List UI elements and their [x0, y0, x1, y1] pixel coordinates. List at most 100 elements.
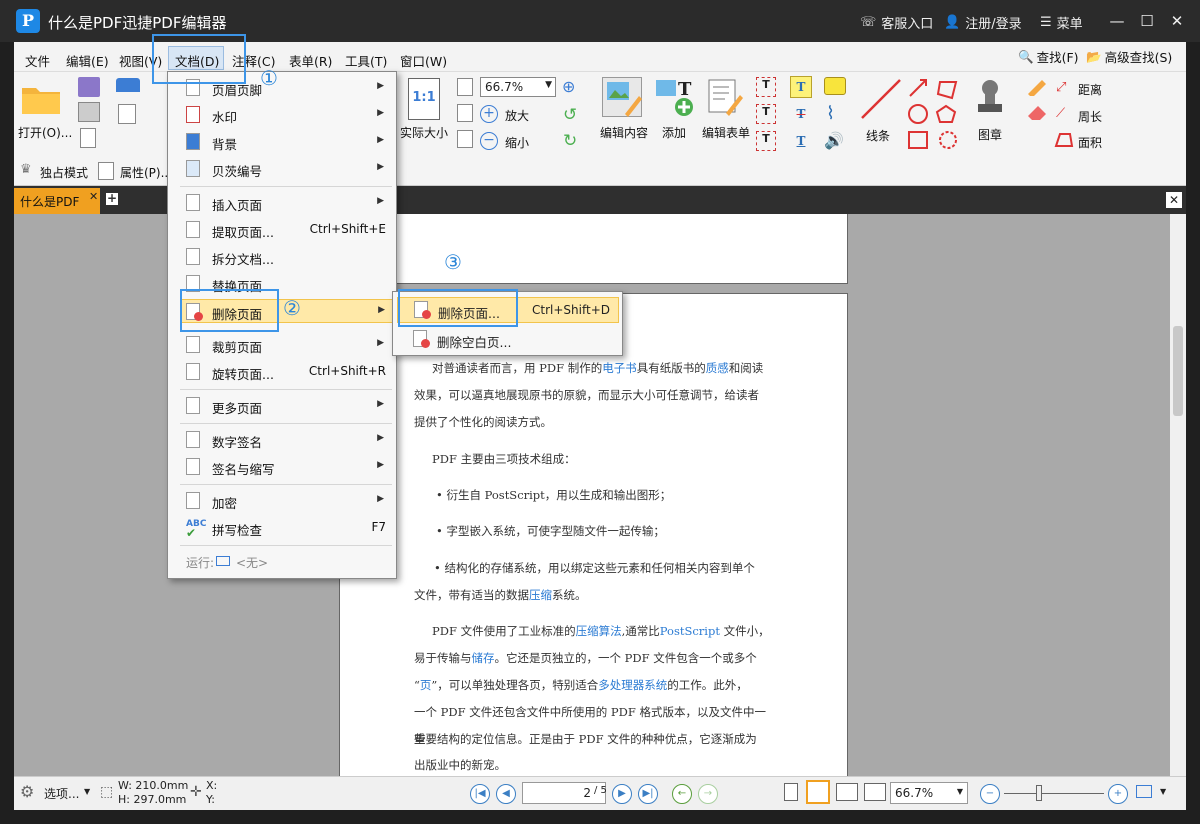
pencil-icon[interactable] [1026, 78, 1048, 98]
note-icon[interactable] [824, 77, 846, 95]
actual-size-label[interactable]: 实际大小 [400, 124, 448, 141]
scrollbar-thumb[interactable] [1173, 326, 1183, 416]
scan-icon[interactable] [116, 78, 140, 92]
back-view-button[interactable]: ← [672, 784, 692, 804]
advanced-find-button[interactable]: 📂 高级查找(S) [1086, 47, 1172, 66]
menu-item-watermark[interactable]: 水印 ▶ [186, 103, 392, 127]
fit-page-icon[interactable] [457, 78, 473, 96]
edit-form-icon[interactable] [706, 77, 746, 117]
edit-content-button[interactable]: 编辑内容 [600, 124, 648, 141]
facing-page-icon[interactable] [836, 783, 858, 801]
tab-close-icon[interactable]: ✕ [89, 190, 98, 203]
attachment-icon[interactable]: ⌇ [826, 103, 835, 124]
menu-item-crop-pages[interactable]: 裁剪页面 ▶ [186, 333, 392, 357]
login-button[interactable]: 👤 注册/登录 [944, 13, 1022, 32]
options-button[interactable]: 选项... [44, 785, 79, 802]
menu-item-encrypt[interactable]: 加密 ▶ [186, 489, 392, 513]
menu-form[interactable]: 表单(R) [289, 51, 332, 70]
perimeter-button[interactable]: 周长 [1078, 108, 1102, 125]
close-document-icon[interactable]: ✕ [1166, 192, 1182, 208]
status-zoom-in-button[interactable]: + [1108, 784, 1128, 804]
zoom-in-button[interactable]: 放大 [505, 107, 529, 124]
shape-tools[interactable] [906, 76, 966, 152]
add-icon[interactable]: T [654, 77, 696, 117]
menu-item-sign-initial[interactable]: 签名与缩写 ▶ [186, 455, 392, 479]
link-ebook[interactable]: 电子书 [602, 361, 637, 375]
vertical-scrollbar[interactable] [1170, 214, 1186, 776]
highlight-text-icon[interactable]: T [790, 76, 812, 98]
new-tab-icon[interactable]: + [106, 192, 118, 205]
exclusive-mode-button[interactable]: 独占模式 [40, 164, 88, 181]
customer-service-button[interactable]: ☏ 客服入口 [860, 13, 933, 32]
link-postscript[interactable]: PostScript [660, 624, 720, 638]
link-multiprocessor[interactable]: 多处理器系统 [598, 678, 667, 692]
fit-width-icon[interactable] [457, 104, 473, 122]
menu-edit[interactable]: 编辑(E) [66, 51, 109, 70]
stamp-icon[interactable] [976, 78, 1004, 118]
status-zoom-select[interactable]: 66.7% ▼ [890, 782, 968, 804]
previous-page-button[interactable]: ◀ [496, 784, 516, 804]
link-storage[interactable]: 储存 [472, 651, 495, 665]
menu-item-rotate-pages[interactable]: 旋转页面... Ctrl+Shift+R [186, 360, 392, 384]
properties-button[interactable]: 属性(P)... [120, 164, 172, 181]
edit-content-icon[interactable] [602, 77, 642, 117]
options-gear-icon[interactable]: ⚙ [20, 782, 34, 801]
options-dropdown-icon[interactable]: ▼ [84, 787, 90, 796]
link-compression[interactable]: 压缩 [529, 588, 552, 602]
sound-icon[interactable]: 🔊 [824, 131, 844, 150]
continuous-page-icon[interactable] [806, 780, 830, 804]
menu-item-extract-pages[interactable]: 提取页面... Ctrl+Shift+E [186, 218, 392, 242]
typewriter-tool-icon[interactable]: T [756, 131, 776, 151]
continuous-facing-icon[interactable] [864, 783, 886, 801]
maximize-button[interactable]: ☐ [1136, 10, 1158, 32]
zoom-out-button[interactable]: 缩小 [505, 134, 529, 151]
close-button[interactable]: ✕ [1166, 10, 1188, 32]
forward-view-button[interactable]: → [698, 784, 718, 804]
underline-icon[interactable]: T [790, 131, 812, 153]
next-page-button[interactable]: ▶ [612, 784, 632, 804]
menu-item-more-pages[interactable]: 更多页面 ▶ [186, 394, 392, 418]
line-tool-icon[interactable] [856, 76, 906, 122]
strikeout-icon[interactable]: T [790, 104, 812, 126]
first-page-button[interactable]: |◀ [470, 784, 490, 804]
save-icon[interactable] [78, 77, 100, 97]
fit-visible-icon[interactable] [457, 130, 473, 148]
edit-form-button[interactable]: 编辑表单 [702, 124, 750, 141]
distance-button[interactable]: 距离 [1078, 81, 1102, 98]
document-tab[interactable]: 什么是PDF [14, 188, 100, 214]
open-button[interactable]: 打开(O)... [18, 124, 72, 141]
view-dropdown-icon[interactable]: ▼ [1160, 787, 1166, 796]
link-page[interactable]: 页 [420, 678, 432, 692]
add-button[interactable]: 添加 [662, 124, 686, 141]
eraser-icon[interactable] [1026, 104, 1048, 122]
new-doc-icon[interactable] [118, 104, 136, 124]
last-page-button[interactable]: ▶| [638, 784, 658, 804]
callout-tool-icon[interactable]: T [756, 104, 776, 124]
distance-icon[interactable]: ⤢ [1056, 80, 1066, 95]
link-texture[interactable]: 质感 [706, 361, 729, 375]
menu-tools[interactable]: 工具(T) [345, 51, 387, 70]
menu-file[interactable]: 文件 [25, 51, 50, 70]
menu-item-spell-check[interactable]: ABC ✔ 拼写检查 F7 [186, 516, 392, 540]
zoom-tool-icon[interactable]: ⊕ [562, 77, 575, 96]
main-menu-button[interactable]: ☰ 菜单 [1040, 13, 1083, 32]
actual-size-icon[interactable]: 1:1 [408, 78, 440, 120]
single-page-icon[interactable] [784, 783, 798, 801]
stamp-button[interactable]: 图章 [978, 126, 1002, 143]
zoom-out-icon[interactable]: − [480, 132, 498, 150]
area-button[interactable]: 面积 [1078, 134, 1102, 151]
find-button[interactable]: 🔍 查找(F) [1018, 47, 1079, 66]
menu-item-digital-signature[interactable]: 数字签名 ▶ [186, 428, 392, 452]
export-icon[interactable] [80, 128, 96, 148]
print-icon[interactable] [78, 102, 100, 122]
zoom-in-icon[interactable]: + [480, 105, 498, 123]
menu-window[interactable]: 窗口(W) [400, 51, 447, 70]
area-icon[interactable] [1054, 132, 1074, 148]
fullscreen-icon[interactable] [1136, 785, 1152, 798]
submenu-item-delete-blank[interactable]: 删除空白页... [397, 327, 619, 353]
rotate-cw-icon[interactable]: ↻ [563, 131, 577, 151]
status-zoom-out-button[interactable]: − [980, 784, 1000, 804]
link-compression-algorithm[interactable]: 压缩算法 [576, 624, 622, 638]
menu-item-bates-numbering[interactable]: 贝茨编号 ▶ [186, 157, 392, 181]
rotate-ccw-icon[interactable]: ↺ [563, 105, 577, 125]
